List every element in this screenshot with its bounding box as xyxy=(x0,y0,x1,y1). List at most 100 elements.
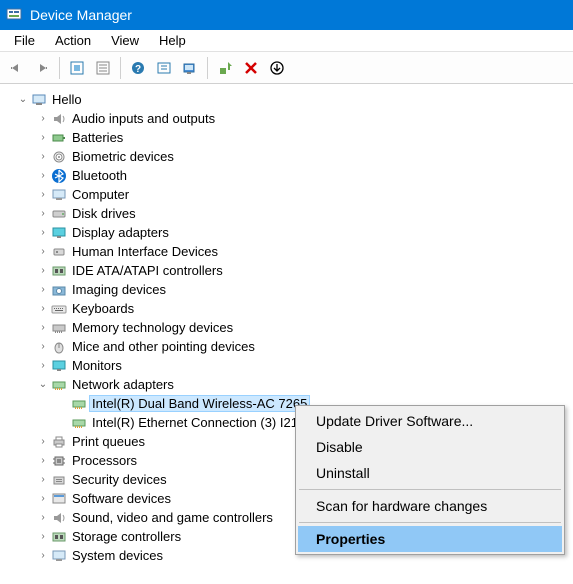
tree-label: Biometric devices xyxy=(70,149,176,164)
context-disable[interactable]: Disable xyxy=(298,434,562,460)
menu-file[interactable]: File xyxy=(4,31,45,50)
tree-label: Hello xyxy=(50,92,84,107)
tree-root[interactable]: ⌄ Hello xyxy=(6,90,573,109)
update-driver-button[interactable] xyxy=(213,56,237,80)
context-separator xyxy=(299,522,561,523)
tree-label: Disk drives xyxy=(70,206,138,221)
tree-category-keyboards[interactable]: › Keyboards xyxy=(6,299,573,318)
tree-label: Security devices xyxy=(70,472,169,487)
chevron-right-icon[interactable]: › xyxy=(36,512,50,523)
toolbar-separator xyxy=(59,57,60,79)
monitor-icon xyxy=(50,358,68,374)
chevron-right-icon[interactable]: › xyxy=(36,265,50,276)
menu-bar: File Action View Help xyxy=(0,30,573,52)
forward-button[interactable] xyxy=(30,56,54,80)
security-icon xyxy=(50,472,68,488)
enable-button[interactable] xyxy=(265,56,289,80)
chevron-right-icon[interactable]: › xyxy=(36,208,50,219)
chevron-right-icon[interactable]: › xyxy=(36,550,50,561)
tree-category-ide[interactable]: › IDE ATA/ATAPI controllers xyxy=(6,261,573,280)
tree-category-biometric[interactable]: › Biometric devices xyxy=(6,147,573,166)
tree-label: Print queues xyxy=(70,434,147,449)
back-button[interactable] xyxy=(4,56,28,80)
chevron-right-icon[interactable]: › xyxy=(36,341,50,352)
tree-category-monitors[interactable]: › Monitors xyxy=(6,356,573,375)
hid-icon xyxy=(50,244,68,260)
chevron-right-icon[interactable]: › xyxy=(36,113,50,124)
tree-category-mice[interactable]: › Mice and other pointing devices xyxy=(6,337,573,356)
context-menu: Update Driver Software... Disable Uninst… xyxy=(295,405,565,555)
show-hidden-button[interactable] xyxy=(65,56,89,80)
context-update-driver[interactable]: Update Driver Software... xyxy=(298,408,562,434)
tree-label: Computer xyxy=(70,187,131,202)
menu-view[interactable]: View xyxy=(101,31,149,50)
network-adapter-icon xyxy=(70,415,88,431)
tree-category-bluetooth[interactable]: › Bluetooth xyxy=(6,166,573,185)
tree-label: Storage controllers xyxy=(70,529,183,544)
tree-category-memtech[interactable]: › Memory technology devices xyxy=(6,318,573,337)
tree-category-imaging[interactable]: › Imaging devices xyxy=(6,280,573,299)
printer-icon xyxy=(50,434,68,450)
chevron-right-icon[interactable]: › xyxy=(36,360,50,371)
chevron-down-icon[interactable]: ⌄ xyxy=(36,379,50,390)
fingerprint-icon xyxy=(50,149,68,165)
tree-label: Audio inputs and outputs xyxy=(70,111,217,126)
chevron-right-icon[interactable]: › xyxy=(36,246,50,257)
speaker-icon xyxy=(50,111,68,127)
title-bar: Device Manager xyxy=(0,0,573,30)
tree-category-hid[interactable]: › Human Interface Devices xyxy=(6,242,573,261)
chevron-right-icon[interactable]: › xyxy=(36,132,50,143)
tree-category-computer[interactable]: › Computer xyxy=(6,185,573,204)
context-properties[interactable]: Properties xyxy=(298,526,562,552)
chevron-right-icon[interactable]: › xyxy=(36,322,50,333)
system-icon xyxy=(50,548,68,564)
context-scan[interactable]: Scan for hardware changes xyxy=(298,493,562,519)
toolbar-separator xyxy=(207,57,208,79)
mouse-icon xyxy=(50,339,68,355)
camera-icon xyxy=(50,282,68,298)
app-icon xyxy=(6,7,22,23)
tree-label: Keyboards xyxy=(70,301,136,316)
menu-help[interactable]: Help xyxy=(149,31,196,50)
action-button[interactable] xyxy=(152,56,176,80)
properties-button[interactable] xyxy=(91,56,115,80)
sound-icon xyxy=(50,510,68,526)
chevron-down-icon[interactable]: ⌄ xyxy=(16,94,30,105)
toolbar-separator xyxy=(120,57,121,79)
chevron-right-icon[interactable]: › xyxy=(36,303,50,314)
bluetooth-icon xyxy=(50,168,68,184)
tree-label: Intel(R) Ethernet Connection (3) I218-LM xyxy=(90,415,330,430)
help-button[interactable]: ? xyxy=(126,56,150,80)
tree-label: Network adapters xyxy=(70,377,176,392)
chevron-right-icon[interactable]: › xyxy=(36,227,50,238)
storage-controller-icon xyxy=(50,529,68,545)
chevron-right-icon[interactable]: › xyxy=(36,189,50,200)
tree-label: Display adapters xyxy=(70,225,171,240)
menu-action[interactable]: Action xyxy=(45,31,101,50)
tree-label: Bluetooth xyxy=(70,168,129,183)
tree-category-audio[interactable]: › Audio inputs and outputs xyxy=(6,109,573,128)
tree-category-network[interactable]: ⌄ Network adapters xyxy=(6,375,573,394)
uninstall-button[interactable] xyxy=(239,56,263,80)
battery-icon xyxy=(50,130,68,146)
chevron-right-icon[interactable]: › xyxy=(36,455,50,466)
chevron-right-icon[interactable]: › xyxy=(36,151,50,162)
chevron-right-icon[interactable]: › xyxy=(36,436,50,447)
tree-category-display[interactable]: › Display adapters xyxy=(6,223,573,242)
tree-label: Memory technology devices xyxy=(70,320,235,335)
keyboard-icon xyxy=(50,301,68,317)
context-uninstall[interactable]: Uninstall xyxy=(298,460,562,486)
chevron-right-icon[interactable]: › xyxy=(36,493,50,504)
tree-label: Human Interface Devices xyxy=(70,244,220,259)
software-icon xyxy=(50,491,68,507)
scan-hardware-button[interactable] xyxy=(178,56,202,80)
chevron-right-icon[interactable]: › xyxy=(36,284,50,295)
tree-category-batteries[interactable]: › Batteries xyxy=(6,128,573,147)
chevron-right-icon[interactable]: › xyxy=(36,170,50,181)
tree-label: Mice and other pointing devices xyxy=(70,339,257,354)
chevron-right-icon[interactable]: › xyxy=(36,474,50,485)
chevron-right-icon[interactable]: › xyxy=(36,531,50,542)
computer-icon xyxy=(50,187,68,203)
tree-label: Batteries xyxy=(70,130,125,145)
tree-category-disk[interactable]: › Disk drives xyxy=(6,204,573,223)
